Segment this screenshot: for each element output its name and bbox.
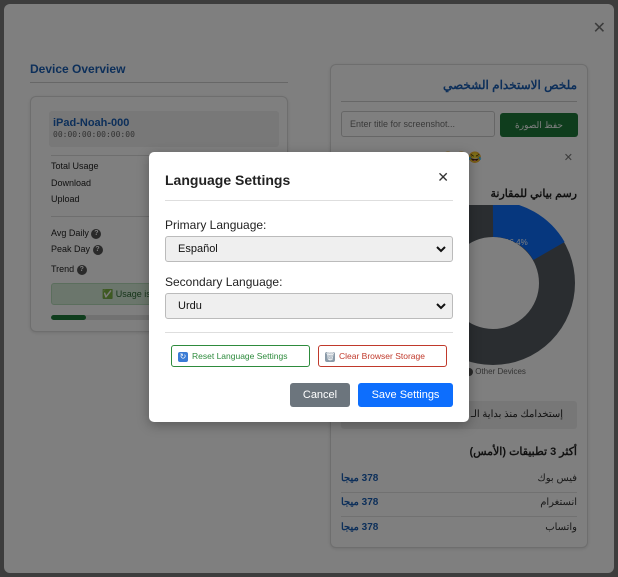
secondary-language-value: Urdu <box>178 300 202 312</box>
reset-language-label: Reset Language Settings <box>192 351 288 361</box>
secondary-language-select[interactable]: Urdu <box>165 293 453 319</box>
language-settings-modal: Language Settings ✕ Primary Language: Es… <box>149 152 469 422</box>
refresh-icon: ↻ <box>178 351 188 362</box>
reset-language-button[interactable]: ↻ Reset Language Settings <box>171 345 310 367</box>
chevron-down-icon <box>436 246 446 253</box>
clear-storage-button[interactable]: 🗑 Clear Browser Storage <box>318 345 447 367</box>
secondary-language-label: Secondary Language: <box>165 275 283 289</box>
cancel-button[interactable]: Cancel <box>290 383 350 407</box>
primary-language-select[interactable]: Español <box>165 236 453 262</box>
primary-language-value: Español <box>178 243 218 255</box>
clear-storage-label: Clear Browser Storage <box>339 351 425 361</box>
primary-language-label: Primary Language: <box>165 218 267 232</box>
close-icon[interactable]: ✕ <box>437 170 449 186</box>
divider <box>165 332 453 333</box>
chevron-down-icon <box>436 303 446 310</box>
save-settings-button[interactable]: Save Settings <box>358 383 453 407</box>
divider <box>165 200 453 201</box>
modal-title: Language Settings <box>165 172 291 188</box>
trash-icon: 🗑 <box>325 351 336 362</box>
